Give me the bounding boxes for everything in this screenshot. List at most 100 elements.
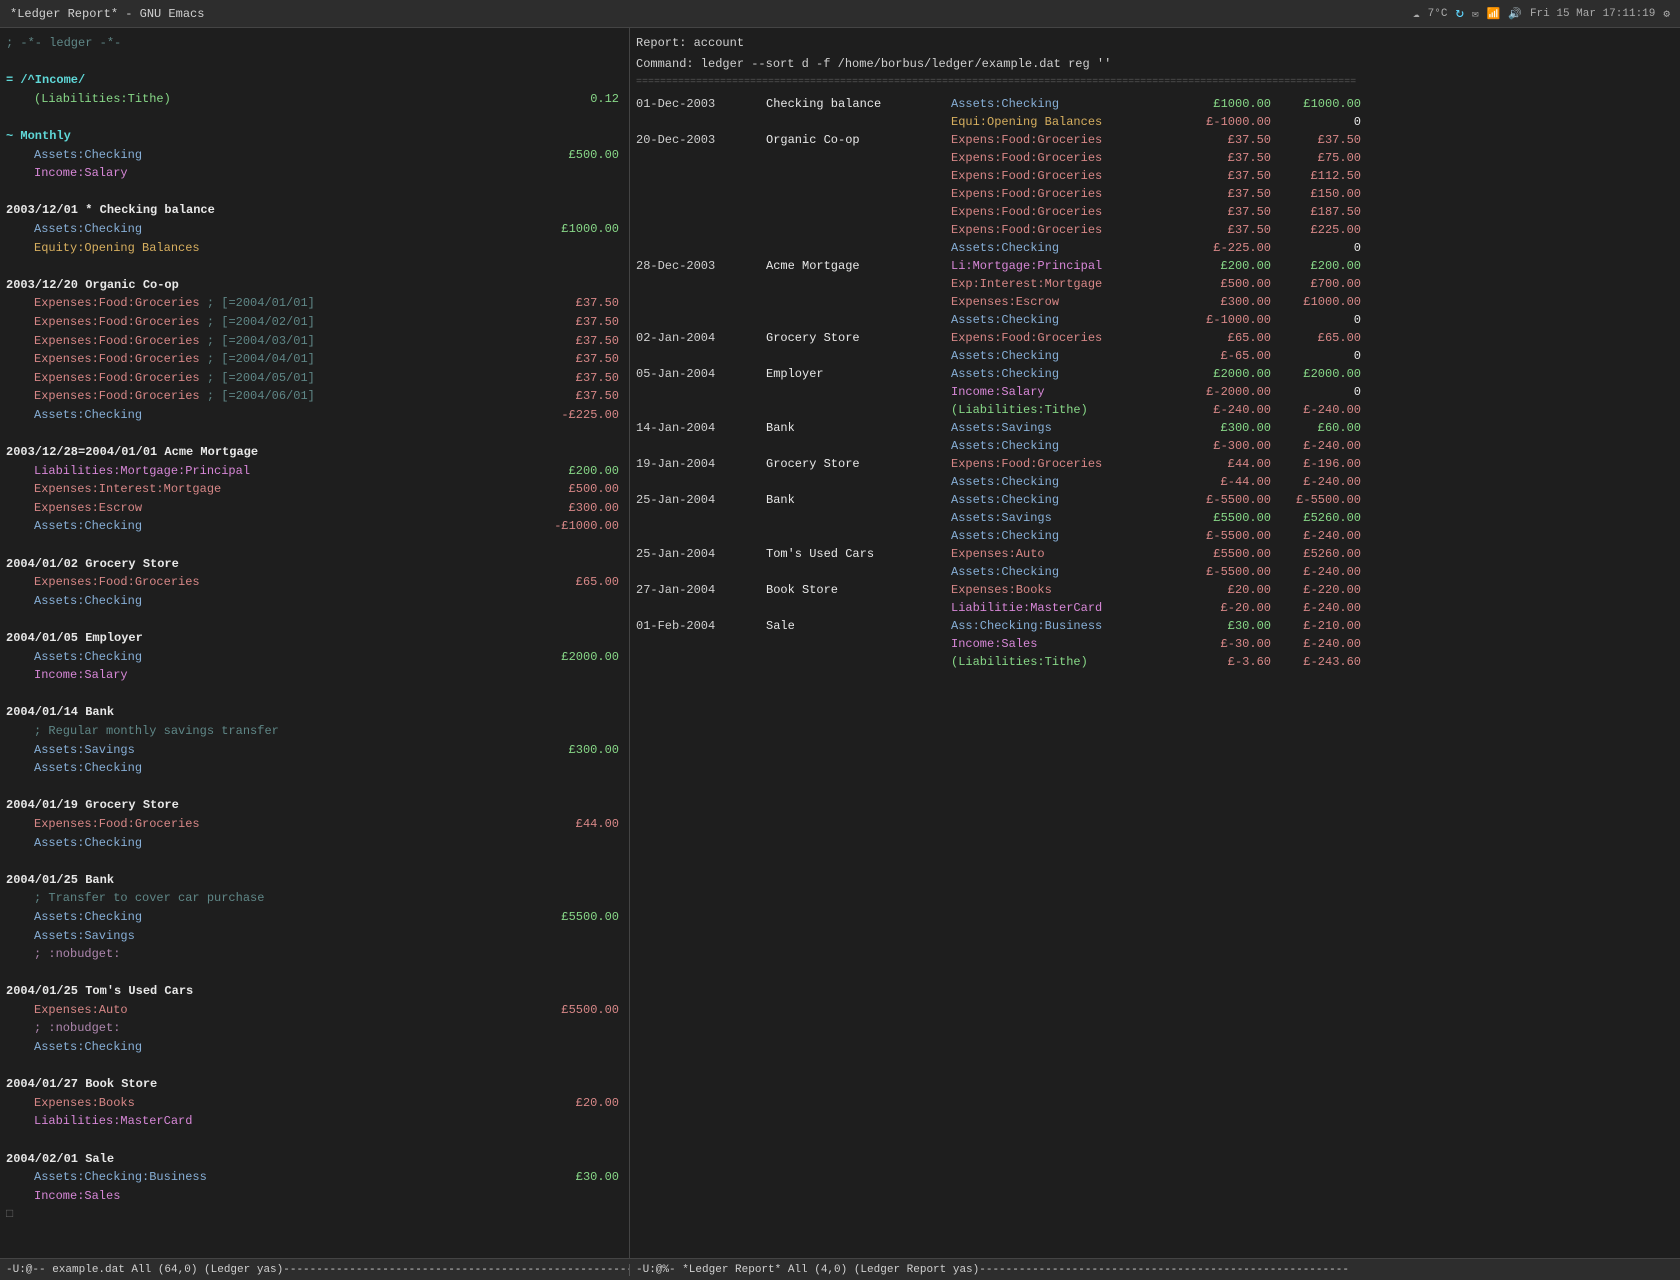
left-pane-line: Expenses:Food:Groceries£37.50 ; [=2004/0…: [6, 350, 623, 369]
report-date: [636, 473, 766, 491]
report-account: Exp:Interest:Mortgage: [951, 275, 1181, 293]
left-pane-line: [6, 778, 623, 797]
ledger-editor[interactable]: ; -*- ledger -*- = /^Income/(Liabilities…: [0, 32, 629, 1226]
report-payee: [766, 383, 951, 401]
report-account: Assets:Checking: [951, 491, 1181, 509]
report-account: Assets:Checking: [951, 437, 1181, 455]
report-balance: 0: [1271, 311, 1361, 329]
report-row: Assets:Checking£-5500.00£-240.00: [636, 563, 1674, 581]
report-amount: £37.50: [1181, 149, 1271, 167]
left-pane-line: (Liabilities:Tithe)0.12: [6, 90, 623, 109]
report-balance: £-243.60: [1271, 653, 1361, 671]
report-row: 05-Jan-2004EmployerAssets:Checking£2000.…: [636, 365, 1674, 383]
left-pane-line: = /^Income/: [6, 71, 623, 90]
report-amount: £-2000.00: [1181, 383, 1271, 401]
report-date: [636, 311, 766, 329]
left-pane-line: [6, 108, 623, 127]
report-amount: £300.00: [1181, 293, 1271, 311]
report-row: Expens:Food:Groceries£37.50£187.50: [636, 203, 1674, 221]
report-amount: £-44.00: [1181, 473, 1271, 491]
report-date: [636, 527, 766, 545]
report-amount: £1000.00: [1181, 95, 1271, 113]
report-balance: £-240.00: [1271, 473, 1361, 491]
report-balance: £200.00: [1271, 257, 1361, 275]
report-date: 28-Dec-2003: [636, 257, 766, 275]
report-amount: £-20.00: [1181, 599, 1271, 617]
left-pane[interactable]: ; -*- ledger -*- = /^Income/(Liabilities…: [0, 28, 630, 1258]
report-amount: £-5500.00: [1181, 563, 1271, 581]
left-pane-line: [6, 536, 623, 555]
report-payee: Grocery Store: [766, 329, 951, 347]
report-row: Assets:Checking£-5500.00£-240.00: [636, 527, 1674, 545]
report-balance: 0: [1271, 239, 1361, 257]
report-balance: 0: [1271, 347, 1361, 365]
left-pane-line: 2003/12/01 * Checking balance: [6, 201, 623, 220]
report-amount: £37.50: [1181, 203, 1271, 221]
report-amount: £5500.00: [1181, 545, 1271, 563]
network-icon[interactable]: 📶: [1487, 7, 1501, 21]
report-account: Li:Mortgage:Principal: [951, 257, 1181, 275]
report-account: (Liabilities:Tithe): [951, 653, 1181, 671]
left-pane-line: Expenses:Auto£5500.00: [6, 1001, 623, 1020]
report-row: Assets:Checking£-300.00£-240.00: [636, 437, 1674, 455]
report-row: 20-Dec-2003Organic Co-opExpens:Food:Groc…: [636, 131, 1674, 149]
report-account: Assets:Savings: [951, 509, 1181, 527]
report-date: [636, 347, 766, 365]
report-payee: [766, 509, 951, 527]
report-date: [636, 113, 766, 131]
settings-icon[interactable]: ⚙: [1663, 7, 1670, 21]
report-date: 05-Jan-2004: [636, 365, 766, 383]
volume-icon[interactable]: 🔊: [1508, 7, 1522, 21]
report-account: Assets:Checking: [951, 473, 1181, 491]
left-pane-line: ; -*- ledger -*-: [6, 34, 623, 53]
left-pane-line: [6, 53, 623, 72]
right-pane[interactable]: Report: accountCommand: ledger --sort d …: [630, 28, 1680, 1258]
report-amount: £-30.00: [1181, 635, 1271, 653]
report-date: [636, 167, 766, 185]
left-pane-line: Assets:Checking£1000.00: [6, 220, 623, 239]
report-balance: £-220.00: [1271, 581, 1361, 599]
left-pane-line: ; Transfer to cover car purchase: [6, 889, 623, 908]
refresh-icon[interactable]: ↻: [1455, 5, 1463, 22]
report-amount: £2000.00: [1181, 365, 1271, 383]
mail-icon[interactable]: ✉: [1472, 7, 1479, 21]
report-payee: Grocery Store: [766, 455, 951, 473]
left-pane-line: Assets:Checking£5500.00: [6, 908, 623, 927]
left-pane-line: Equity:Opening Balances: [6, 239, 623, 258]
report-row: Income:Sales£-30.00£-240.00: [636, 635, 1674, 653]
report-amount: £-300.00: [1181, 437, 1271, 455]
left-pane-line: Income:Salary: [6, 164, 623, 183]
left-pane-line: [6, 685, 623, 704]
report-account: Equi:Opening Balances: [951, 113, 1181, 131]
report-amount: £65.00: [1181, 329, 1271, 347]
report-date: [636, 239, 766, 257]
report-row: Exp:Interest:Mortgage£500.00£700.00: [636, 275, 1674, 293]
report-payee: [766, 599, 951, 617]
report-account: Assets:Checking: [951, 563, 1181, 581]
report-amount: £-65.00: [1181, 347, 1271, 365]
report-row: Expens:Food:Groceries£37.50£75.00: [636, 149, 1674, 167]
report-amount: £-1000.00: [1181, 113, 1271, 131]
report-balance: £-240.00: [1271, 635, 1361, 653]
report-account: Expenses:Escrow: [951, 293, 1181, 311]
report-amount: £37.50: [1181, 167, 1271, 185]
report-payee: [766, 149, 951, 167]
report-balance: £-196.00: [1271, 455, 1361, 473]
report-payee: [766, 401, 951, 419]
left-pane-line: 2004/01/05 Employer: [6, 629, 623, 648]
left-pane-line: Expenses:Food:Groceries£37.50 ; [=2004/0…: [6, 387, 623, 406]
left-pane-line: 2004/02/01 Sale: [6, 1150, 623, 1169]
report-balance: £187.50: [1271, 203, 1361, 221]
left-pane-line: □: [6, 1205, 623, 1224]
main-area: ; -*- ledger -*- = /^Income/(Liabilities…: [0, 28, 1680, 1258]
report-payee: Organic Co-op: [766, 131, 951, 149]
report-account: Expens:Food:Groceries: [951, 149, 1181, 167]
left-pane-line: Assets:Checking£2000.00: [6, 648, 623, 667]
report-account: Assets:Checking: [951, 239, 1181, 257]
titlebar: *Ledger Report* - GNU Emacs ☁ 7°C ↻ ✉ 📶 …: [0, 0, 1680, 28]
report-account: Ass:Checking:Business: [951, 617, 1181, 635]
report-balance: £65.00: [1271, 329, 1361, 347]
report-amount: £-225.00: [1181, 239, 1271, 257]
report-date: [636, 599, 766, 617]
report-amount: £37.50: [1181, 185, 1271, 203]
